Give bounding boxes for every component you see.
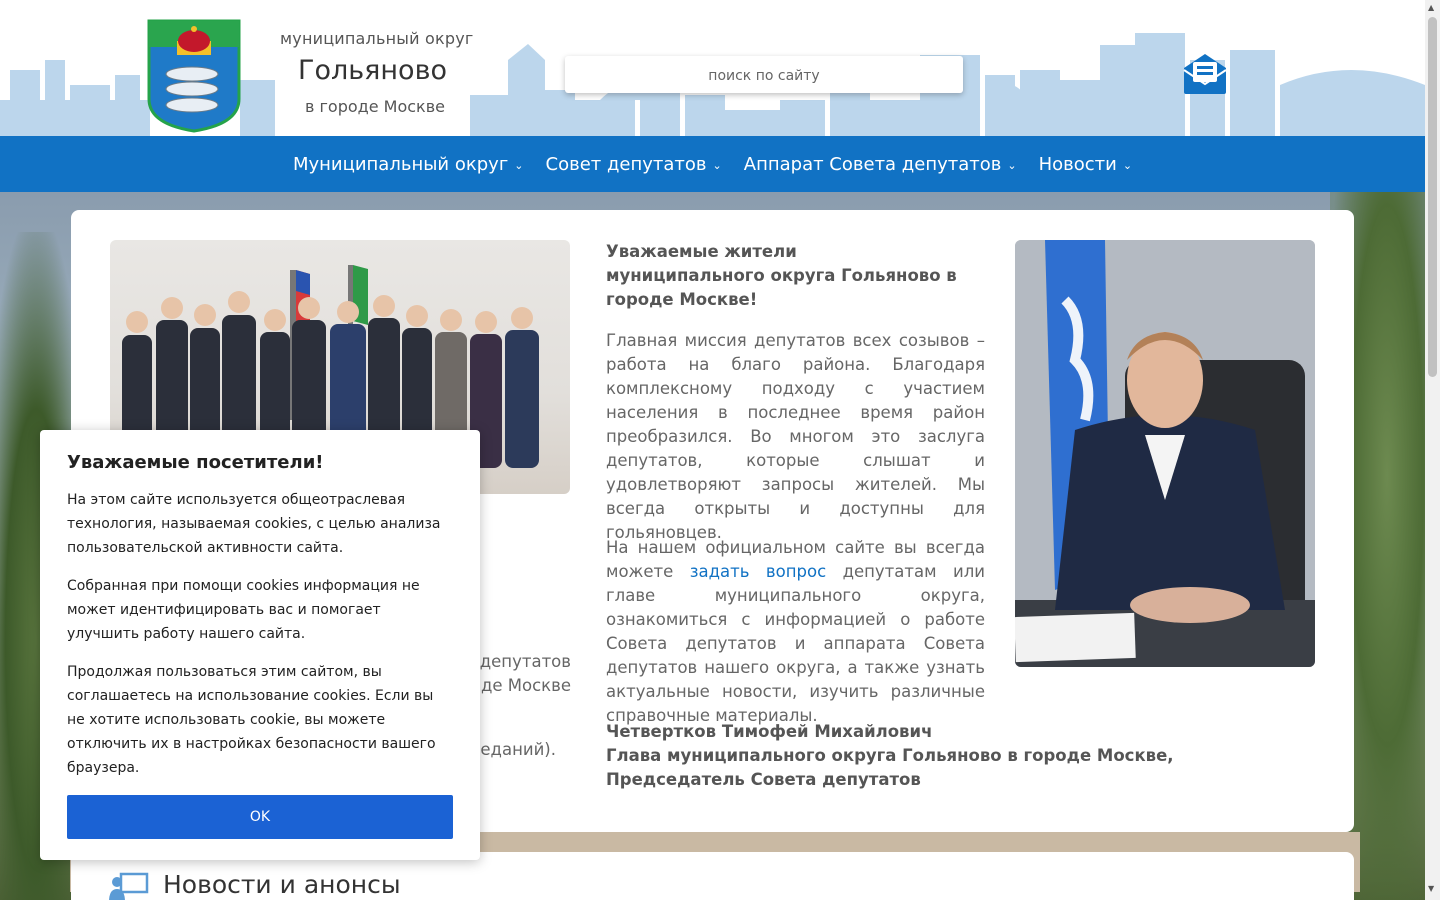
greeting-line1: Уважаемые жители [606,242,797,261]
chevron-down-icon: ⌄ [1122,158,1133,172]
left-text-fragment: депутатов [479,652,571,671]
left-text-fragment: де Москве [480,676,571,695]
cookie-paragraph: Собранная при помощи cookies информация … [67,578,420,642]
head-photo-illustration [1015,240,1315,667]
site-title-bottom: в городе Москве [305,97,445,116]
municipal-coat-of-arms-logo[interactable] [147,19,241,133]
main-navigation: Муниципальный округ ⌄ Совет депутатов ⌄ … [0,136,1425,192]
nav-item-label: Новости [1038,153,1117,175]
chevron-down-icon: ⌄ [514,158,524,172]
presentation-icon [109,872,149,900]
scroll-down-arrow-icon[interactable]: ▼ [1428,884,1434,893]
cookie-paragraph: На этом сайте используется общеотраслева… [67,492,441,556]
cookie-ok-button[interactable]: OK [67,795,453,839]
scrollbar-thumb[interactable] [1428,17,1437,377]
page-scrollbar[interactable]: ▲ ▼ [1425,0,1440,900]
website-info-paragraph: На нашем официальном сайте вы всегда мож… [606,536,985,728]
cookie-paragraph: Продолжая пользоваться этим сайтом, вы с… [67,664,436,776]
mission-paragraph: Главная миссия депутатов всех созывов – … [606,331,985,542]
nav-item-label: Муниципальный округ [292,153,509,175]
ask-question-link[interactable]: задать вопрос [690,562,826,581]
site-header: муниципальный округ Гольяново в городе М… [0,0,1425,136]
greeting-line2: муниципального округа Гольяново в городе… [606,266,957,309]
mail-envelope-icon[interactable] [1182,52,1228,96]
chevron-down-icon: ⌄ [712,158,722,172]
nav-item-council[interactable]: Совет депутатов ⌄ [535,154,733,175]
nav-item-council-apparatus[interactable]: Аппарат Совета депутатов ⌄ [733,154,1028,175]
nav-item-label: Совет депутатов [545,153,707,175]
news-section-title: Новости и анонсы [163,870,401,899]
cookie-dialog-title: Уважаемые посетители! [67,452,324,473]
cookie-consent-dialog: Уважаемые посетители! На этом сайте испо… [40,430,480,860]
site-title-top: муниципальный округ [280,29,474,48]
signature-name: Четвертков Тимофей Михайлович [606,722,933,741]
signature-position: Глава муниципального округа Гольяново в … [606,746,1174,789]
nav-item-label: Аппарат Совета депутатов [743,153,1002,175]
signature: Четвертков Тимофей Михайлович Глава муни… [606,720,1316,792]
greeting-heading: Уважаемые жители муниципального округа Г… [606,240,985,312]
nav-item-news[interactable]: Новости ⌄ [1028,154,1143,175]
paragraph-text: депутатам или главе муниципального округ… [606,562,985,725]
search-input[interactable] [565,56,963,93]
chevron-down-icon: ⌄ [1007,158,1017,172]
scroll-up-arrow-icon[interactable]: ▲ [1428,3,1434,12]
nav-item-municipal-district[interactable]: Муниципальный округ ⌄ [282,154,535,175]
site-title[interactable]: Гольяново [298,55,447,86]
head-of-district-photo [1015,240,1315,667]
